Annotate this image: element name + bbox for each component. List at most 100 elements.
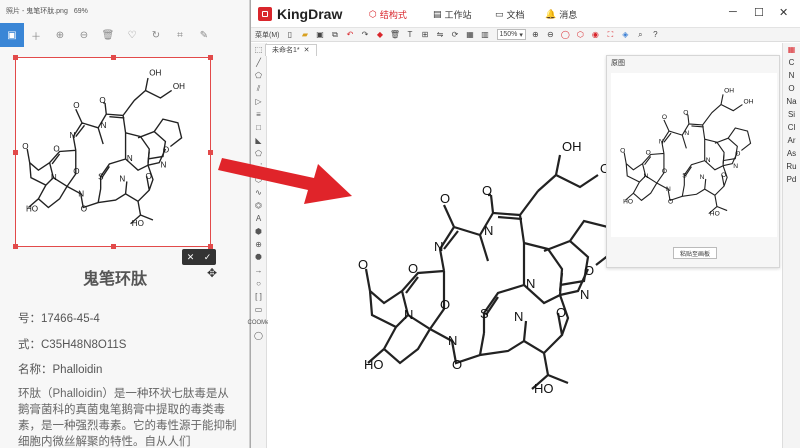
heptagon-icon[interactable]: ⬢ [251,225,266,238]
eraser-icon[interactable]: ◆ [374,28,387,41]
align-icon[interactable]: ⊞ [419,28,432,41]
select-tool-icon[interactable]: ⬚ [251,43,266,56]
zoom-in-icon[interactable]: ⊕ [48,23,72,47]
atom-label: N [484,223,493,238]
element-Na[interactable]: Na [783,95,800,108]
double-bond-icon[interactable]: ⫽ [251,82,266,95]
crop-handle[interactable] [13,55,18,60]
search-icon[interactable]: ⌕ [634,28,647,41]
zoom-select[interactable]: 150% ▾ [496,29,526,40]
atom-label: N [404,307,413,322]
trash-icon[interactable]: 🗑 [389,28,402,41]
crop-handle[interactable] [208,150,213,155]
flip-icon[interactable]: ⇋ [434,28,447,41]
zoom-out-icon[interactable]: ⊖ [72,23,96,47]
ring-icon[interactable]: ◯ [559,28,572,41]
rotate-icon[interactable]: ↻ [144,23,168,47]
panel-title: 原图 [611,60,625,67]
element-Cl[interactable]: Cl [783,121,800,134]
octagon-icon[interactable]: ⯃ [251,251,266,264]
circle-tool-icon[interactable]: ○ [251,277,266,290]
crop-handle[interactable] [111,244,116,249]
minimize-icon[interactable]: ─ [729,6,737,18]
new-file-icon[interactable]: ▯ [284,28,297,41]
element-Ru[interactable]: Ru [783,160,800,173]
text-icon[interactable]: T [404,28,417,41]
rectangle-icon[interactable]: ▭ [251,303,266,316]
save-icon[interactable]: ▣ [314,28,327,41]
atom-label: HO [710,211,720,218]
atom-label: O [452,357,462,372]
atom-label: O [721,172,726,179]
tab-structure[interactable]: ⬡ 结构式 [369,8,407,21]
crop-handle[interactable] [111,55,116,60]
rotate-icon[interactable]: ⟳ [449,28,462,41]
atom-label: O [482,183,492,198]
crop-handle[interactable] [208,55,213,60]
cancel-crop-button[interactable]: ✕ [182,249,199,265]
maximize-icon[interactable]: ☐ [754,6,764,19]
delete-icon[interactable]: 🗑 [96,23,120,47]
atom-label: N [526,276,535,291]
pentagon-icon[interactable]: ⬠ [251,69,266,82]
bracket-icon[interactable]: [ ] [251,290,266,303]
edit-icon[interactable]: ✎ [192,23,216,47]
favorite-icon[interactable]: ♡ [120,23,144,47]
element-O[interactable]: O [783,82,800,95]
group-icon[interactable]: ▦ [464,28,477,41]
tab-messages[interactable]: 🔔 消息 [545,8,577,21]
atom-label: O [440,191,450,206]
atom-label: N [101,121,107,130]
element-As[interactable]: As [783,147,800,160]
3d-icon[interactable]: ◈ [619,28,632,41]
arrow-tool-icon[interactable]: → [251,264,266,277]
atom-label: HO [623,198,633,205]
text-tool-icon[interactable]: A [251,212,266,225]
crop-handle[interactable] [13,150,18,155]
tab-workstation[interactable]: ▤ 工作站 [433,8,472,21]
atom-label: N [700,174,705,181]
undo-icon[interactable]: ↶ [344,28,357,41]
tab-documents[interactable]: ▭ 文档 [495,8,525,21]
crop-selection[interactable]: OH OH O N O N O N O HO O N O S N HO O N N O [13,55,213,249]
confirm-crop-button[interactable]: ✓ [199,249,216,265]
element-Ar[interactable]: Ar [783,134,800,147]
phalloidin-structure-image: OHOHONONONOHOONOS NHOONNO [22,69,185,229]
tab-close-icon[interactable]: ✕ [304,46,310,54]
triple-bond-icon[interactable]: ≡ [251,108,266,121]
zoom-in-icon[interactable]: ⊕ [529,28,542,41]
coome-group-button[interactable]: COOMe [248,316,270,329]
zoom-out-icon[interactable]: ⊖ [544,28,557,41]
periodic-table-icon[interactable]: ▦ [783,43,800,56]
add-icon[interactable]: ＋ [24,23,48,47]
kingdraw-toolbar: 菜单(M) ▯ ▰ ▣ ⧉ ↶ ↷ ◆ 🗑 T ⊞ ⇋ ⟳ ▦ ▥ 150% ▾… [251,28,800,42]
menu-button[interactable]: 菜单(M) [255,30,280,40]
element-Si[interactable]: Si [783,108,800,121]
square-icon[interactable]: □ [251,121,266,134]
paste-to-canvas-button[interactable]: 粘贴至画板 [673,247,717,259]
ai-icon[interactable]: ◉ [589,28,602,41]
element-Pd[interactable]: Pd [783,173,800,186]
crop-handle[interactable] [13,244,18,249]
gallery-icon[interactable]: ▣ [0,23,24,47]
crop-icon[interactable]: ⌗ [168,23,192,47]
charge-icon[interactable]: ⊕ [251,238,266,251]
cyclopentane-icon[interactable]: ◯ [251,329,266,342]
element-N[interactable]: N [783,69,800,82]
copy-icon[interactable]: ⧉ [329,28,342,41]
element-C[interactable]: C [783,56,800,69]
document-tab[interactable]: 未命名1* ✕ [265,43,317,56]
single-bond-icon[interactable]: ╱ [251,56,266,69]
cleanup-icon[interactable]: ⬡ [574,28,587,41]
atom-label: O [99,96,105,105]
redo-icon[interactable]: ↷ [359,28,372,41]
atom-label: O [662,168,667,175]
atom-label: OH [743,99,753,106]
ocr-icon[interactable]: ⛶ [604,28,617,41]
triangle-icon[interactable]: ▷ [251,95,266,108]
help-icon[interactable]: ? [649,28,662,41]
open-folder-icon[interactable]: ▰ [299,28,312,41]
close-icon[interactable]: ✕ [779,6,788,19]
kingdraw-logo-icon [258,6,272,21]
arrange-icon[interactable]: ▥ [479,28,492,41]
